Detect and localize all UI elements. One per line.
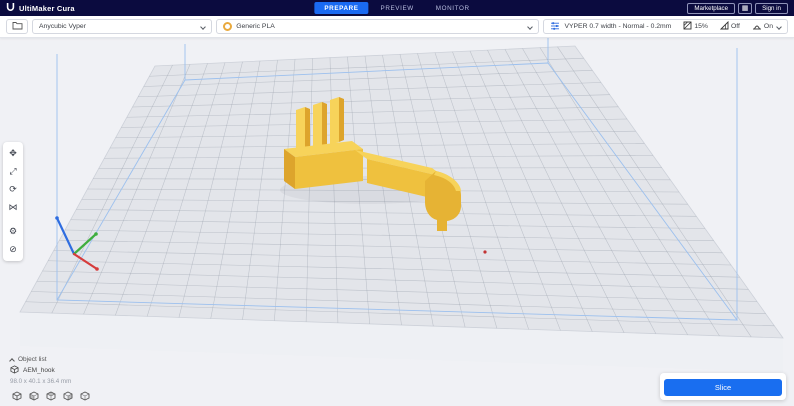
stage-tabs: PREPARE PREVIEW MONITOR [314, 2, 479, 14]
titlebar-actions: Marketplace ▦ Sign in [687, 2, 788, 14]
scale-tool-icon[interactable]: ⤢ [5, 164, 21, 179]
infill-icon [683, 21, 692, 32]
adhesion-value: On [763, 23, 773, 30]
extruder-icon [223, 22, 233, 31]
folder-icon [12, 21, 23, 32]
rotate-tool-icon[interactable]: ⟳ [5, 182, 21, 197]
tool-panel: ✥ ⤢ ⟳ ⋈ ⚙ ⊘ [3, 142, 23, 261]
cura-window: UltiMaker Cura PREPARE PREVIEW MONITOR M… [0, 0, 794, 406]
adhesion-icon [752, 22, 762, 32]
material-name: Generic PLA [236, 23, 275, 30]
chevron-down-icon [776, 23, 782, 30]
view-front-icon[interactable] [27, 389, 40, 401]
support-blocker-icon[interactable]: ⊘ [5, 242, 21, 257]
support-icon [719, 20, 729, 32]
viewport-3d[interactable]: ✥ ⤢ ⟳ ⋈ ⚙ ⊘ Object list AEM_hook 98.0 x … [0, 38, 794, 406]
sign-in-button[interactable]: Sign in [755, 2, 788, 14]
chevron-up-icon [9, 357, 15, 364]
view-right-icon[interactable] [78, 389, 91, 401]
material-selector[interactable]: Generic PLA [216, 19, 540, 34]
chevron-down-icon [200, 23, 207, 30]
ultimaker-logo-icon [6, 0, 15, 17]
support-setting: Off [719, 20, 740, 32]
chevron-down-icon [527, 23, 534, 30]
object-list-item[interactable]: AEM_hook [10, 365, 91, 376]
marketplace-button[interactable]: Marketplace [687, 2, 736, 14]
slice-panel: Slice [660, 373, 786, 400]
camera-view-presets [10, 389, 91, 401]
object-list-toggle[interactable]: Object list [9, 356, 91, 364]
object-list-label: Object list [18, 356, 47, 363]
titlebar: UltiMaker Cura PREPARE PREVIEW MONITOR M… [0, 0, 794, 16]
infill-setting: 15% [683, 21, 708, 32]
printer-selector[interactable]: Anycubic Vyper [32, 19, 213, 34]
model-name: AEM_hook [23, 367, 55, 374]
origin-marker-dot [483, 250, 487, 254]
view-left-icon[interactable] [61, 389, 74, 401]
tab-prepare[interactable]: PREPARE [314, 2, 369, 14]
slice-button[interactable]: Slice [664, 379, 782, 396]
configuration-bar: Anycubic Vyper Generic PLA VYPER 0.7 wid… [0, 16, 794, 38]
view-3d-icon[interactable] [10, 389, 23, 401]
apps-grid-icon[interactable]: ▦ [738, 2, 753, 14]
app-title: UltiMaker Cura [19, 3, 75, 13]
infill-value: 15% [694, 23, 708, 30]
model-dimensions: 98.0 x 40.1 x 36.4 mm [10, 378, 72, 385]
cube-icon [10, 365, 19, 376]
tab-monitor[interactable]: MONITOR [426, 2, 480, 14]
object-list-panel: Object list AEM_hook 98.0 x 40.1 x 36.4 … [9, 354, 91, 401]
build-plate-scene[interactable] [0, 38, 794, 406]
print-settings-selector[interactable]: VYPER 0.7 width - Normal - 0.2mm 15% Off… [543, 19, 788, 34]
tab-preview[interactable]: PREVIEW [371, 2, 424, 14]
open-file-button[interactable] [6, 19, 28, 34]
per-model-settings-icon[interactable]: ⚙ [5, 224, 21, 239]
mirror-tool-icon[interactable]: ⋈ [5, 200, 21, 215]
support-value: Off [730, 23, 740, 30]
adhesion-setting: On [752, 22, 773, 32]
print-profile-summary: VYPER 0.7 width - Normal - 0.2mm [564, 23, 672, 30]
move-tool-icon[interactable]: ✥ [5, 146, 21, 161]
view-top-icon[interactable] [44, 389, 57, 401]
print-settings-sliders-icon [550, 21, 560, 33]
printer-name: Anycubic Vyper [39, 23, 86, 30]
brand: UltiMaker Cura [6, 0, 75, 17]
